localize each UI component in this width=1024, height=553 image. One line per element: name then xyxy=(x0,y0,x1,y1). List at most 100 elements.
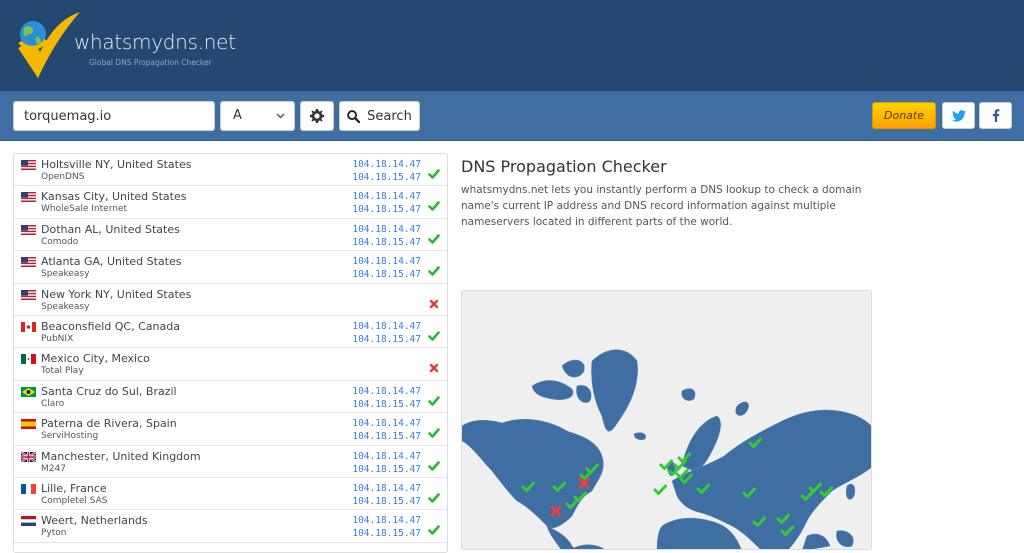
result-row[interactable]: Holtsville NY, United States OpenDNS 104… xyxy=(14,154,447,187)
ip-address: 104.18.15.47 xyxy=(352,269,421,281)
result-provider: WholeSale Internet xyxy=(41,204,128,215)
ip-address: 104.18.15.47 xyxy=(352,463,421,475)
result-provider: Comodo xyxy=(41,236,79,247)
result-ips: 104.18.14.47 104.18.15.47 xyxy=(352,320,421,346)
ip-address: 104.18.15.47 xyxy=(352,431,421,443)
result-location: Dothan AL, United States xyxy=(41,222,180,236)
domain-input[interactable] xyxy=(13,101,215,131)
world-map[interactable] xyxy=(461,290,872,550)
site-header: whatsmydns.net Global DNS Propagation Ch… xyxy=(0,0,1024,91)
ip-address: 104.18.14.47 xyxy=(352,482,421,494)
result-row[interactable]: Weert, Netherlands Pyton 104.18.14.47 104… xyxy=(14,510,447,543)
site-logo[interactable]: whatsmydns.net Global DNS Propagation Ch… xyxy=(12,10,236,82)
ip-address: 104.18.14.47 xyxy=(352,418,421,430)
cross-icon xyxy=(428,359,440,373)
check-icon xyxy=(428,230,440,244)
check-icon xyxy=(428,424,440,438)
result-row[interactable]: New York NY, United States Speakeasy xyxy=(14,284,447,316)
flag-ca-icon xyxy=(21,321,36,332)
result-provider: Claro xyxy=(41,398,65,409)
logo-tagline: Global DNS Propagation Checker xyxy=(89,58,212,67)
result-row[interactable]: Mexico City, Mexico Total Play xyxy=(14,348,447,381)
result-ips: 104.18.14.47 104.18.15.47 xyxy=(352,450,421,476)
info-section: DNS Propagation Checker whatsmydns.net l… xyxy=(461,157,881,230)
flag-us-icon xyxy=(21,257,36,268)
map-marker-spain[interactable] xyxy=(653,484,667,495)
result-row[interactable]: Atlanta GA, United States Speakeasy 104.… xyxy=(14,251,447,284)
flag-us-icon xyxy=(21,192,36,203)
ip-address: 104.18.14.47 xyxy=(352,450,421,462)
ip-address: 104.18.15.47 xyxy=(352,333,421,345)
check-icon xyxy=(428,197,440,212)
result-location: Beaconsfield QC, Canada xyxy=(41,319,180,333)
result-ips: 104.18.14.47 104.18.15.47 xyxy=(352,158,421,184)
flag-fr-icon xyxy=(21,483,36,494)
check-icon xyxy=(428,165,440,179)
map-land xyxy=(462,349,871,549)
ip-address: 104.18.14.47 xyxy=(352,515,421,527)
result-row[interactable]: Lille, France Completel SAS 104.18.14.47… xyxy=(14,478,447,511)
result-provider: Speakeasy xyxy=(41,269,90,280)
ip-address: 104.18.14.47 xyxy=(352,256,421,268)
world-map-svg xyxy=(462,349,871,549)
result-ips: 104.18.14.47 104.18.15.47 xyxy=(352,514,421,540)
page-title: DNS Propagation Checker xyxy=(461,157,667,176)
ip-address: 104.18.15.47 xyxy=(352,528,421,540)
result-ips: 104.18.14.47 104.18.15.47 xyxy=(352,482,421,508)
result-location: Santa Cruz do Sul, Brazil xyxy=(41,384,177,398)
result-row[interactable]: Dothan AL, United States Comodo 104.18.1… xyxy=(14,219,447,252)
result-ips: 104.18.14.47 104.18.15.47 xyxy=(352,385,421,411)
result-ips: 104.18.14.47 104.18.15.47 xyxy=(352,255,421,281)
flag-gb-icon xyxy=(21,451,36,462)
record-type-select[interactable]: A xyxy=(220,101,295,131)
flag-nl-icon xyxy=(21,516,36,527)
result-location: Holtsville NY, United States xyxy=(41,158,192,171)
result-location: Atlanta GA, United States xyxy=(41,255,182,269)
results-list: Holtsville NY, United States OpenDNS 104… xyxy=(13,153,448,553)
check-icon xyxy=(428,521,440,536)
record-type-value: A xyxy=(233,108,242,123)
flag-mx-icon xyxy=(21,354,36,365)
result-location: New York NY, United States xyxy=(41,287,192,301)
logo-text: whatsmydns.net xyxy=(74,30,236,54)
result-row[interactable]: Paterna de Rivera, Spain ServiHosting 10… xyxy=(14,413,447,446)
globe-check-logo-icon xyxy=(18,12,80,78)
result-provider: ServiHosting xyxy=(41,431,99,442)
check-icon xyxy=(653,484,667,495)
result-row[interactable]: Manchester, United Kingdom M247 104.18.1… xyxy=(14,446,447,478)
settings-button[interactable] xyxy=(300,101,334,131)
result-provider: Speakeasy xyxy=(41,301,90,312)
result-location: Weert, Netherlands xyxy=(41,514,148,528)
ip-address: 104.18.14.47 xyxy=(352,223,421,235)
result-location: Lille, France xyxy=(41,481,107,495)
result-location: Manchester, United Kingdom xyxy=(41,449,201,463)
result-row[interactable]: Kansas City, United States WholeSale Int… xyxy=(14,186,447,219)
chevron-down-icon xyxy=(276,102,285,142)
search-label: Search xyxy=(367,108,412,124)
result-row[interactable]: Santa Cruz do Sul, Brazil Claro 104.18.1… xyxy=(14,381,447,414)
result-provider: Completel SAS xyxy=(41,495,108,506)
result-provider: PubNIX xyxy=(41,333,74,344)
donate-button[interactable]: Donate xyxy=(872,102,936,129)
search-toolbar: A Search Donate xyxy=(0,91,1024,141)
flag-us-icon xyxy=(21,160,36,170)
ip-address: 104.18.15.47 xyxy=(352,398,421,410)
check-icon xyxy=(428,489,440,503)
ip-address: 104.18.15.47 xyxy=(352,172,421,183)
result-location: Kansas City, United States xyxy=(41,190,187,204)
ip-address: 104.18.15.47 xyxy=(352,236,421,248)
ip-address: 104.18.15.47 xyxy=(352,495,421,507)
search-icon xyxy=(347,109,361,123)
facebook-button[interactable] xyxy=(979,102,1012,129)
facebook-icon xyxy=(992,109,999,122)
flag-es-icon xyxy=(21,419,36,430)
result-row[interactable]: Beaconsfield QC, Canada PubNIX 104.18.14… xyxy=(14,316,447,349)
result-location: Mexico City, Mexico xyxy=(41,352,150,366)
check-icon xyxy=(428,262,440,276)
result-ips: 104.18.14.47 104.18.15.47 xyxy=(352,417,421,443)
result-ips: 104.18.14.47 104.18.15.47 xyxy=(352,223,421,249)
ip-address: 104.18.14.47 xyxy=(352,191,421,203)
ip-address: 104.18.14.47 xyxy=(352,159,421,170)
search-button[interactable]: Search xyxy=(339,101,420,131)
twitter-button[interactable] xyxy=(942,102,975,129)
